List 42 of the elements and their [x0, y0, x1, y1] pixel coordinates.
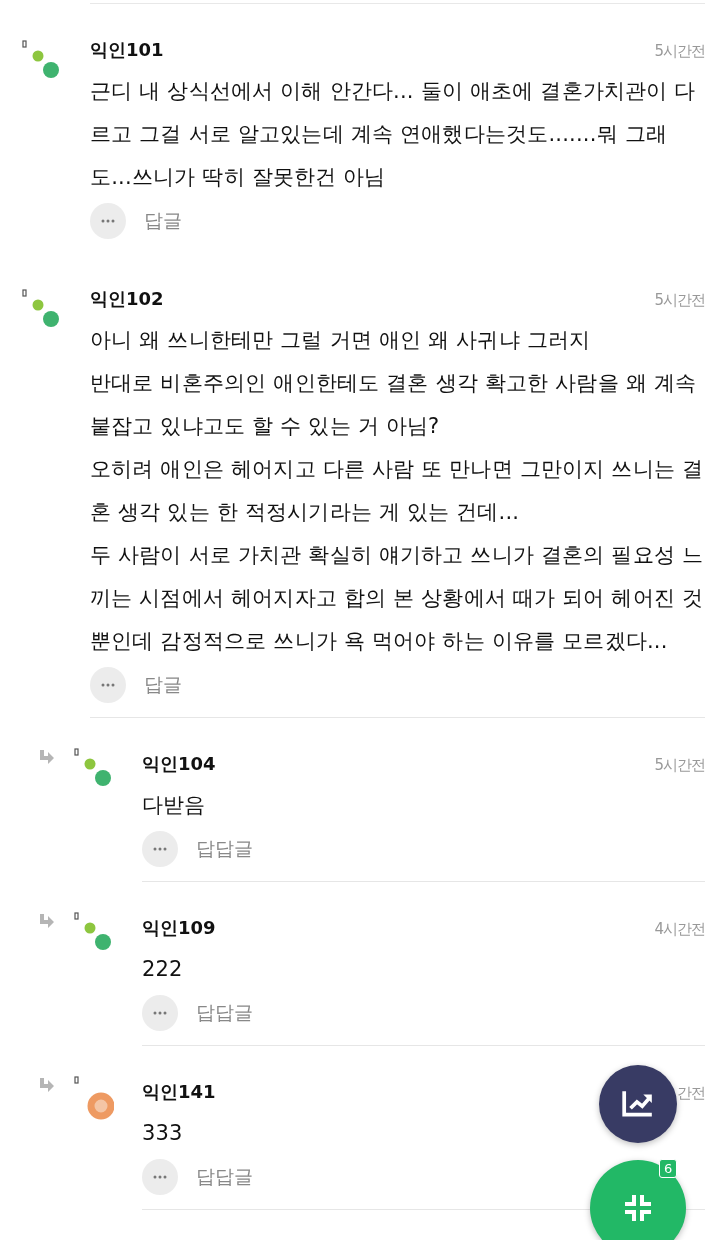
chart-icon: [621, 1089, 655, 1119]
comment-text: 아니 왜 쓰니한테만 그럴 거면 애인 왜 사귀냐 그러지: [90, 327, 592, 354]
reply-link[interactable]: 답답글: [196, 836, 253, 862]
author-name: 익인101: [90, 38, 164, 62]
collapse-icon: [623, 1193, 653, 1223]
reply-arrow-icon: [38, 914, 54, 928]
more-button[interactable]: [142, 995, 178, 1031]
reply-arrow-icon: [38, 750, 54, 764]
more-button[interactable]: [142, 1159, 178, 1195]
more-button[interactable]: [142, 831, 178, 867]
avatar-icon: [74, 1076, 114, 1120]
more-icon: [153, 1175, 167, 1179]
more-button[interactable]: [90, 667, 126, 703]
comment-text: 333: [142, 1120, 184, 1147]
comment-text: 두 사람이 서로 가치관 확실히 얘기하고 쓰니가 결혼의 필요성 느끼는 시점에서 헤어지자고 합의 본 상황에서 때가 되어 헤어진 것뿐인데 감정적으로 쓰니가 욕 먹어야 하는 이유를 모르겠다...: [90, 542, 705, 655]
comment-time: 5시간전: [654, 42, 705, 61]
reply-link[interactable]: 답답글: [196, 1164, 253, 1190]
more-button[interactable]: [90, 203, 126, 239]
comment-text: 근디 내 상식선에서 이해 안간다... 둘이 애초에 결혼가치관이 다르고 그걸 서로 알고있는데 계속 연애했다는것도.......뭐 그래도...쓰니가 딱히 잘못한건 아님: [90, 78, 697, 191]
comment-text: 반대로 비혼주의인 애인한테도 결혼 생각 확고한 사람을 왜 계속 붙잡고 있냐고도 할 수 있는 거 아님?: [90, 370, 698, 440]
comment-time: 5시간전: [654, 756, 705, 775]
reply-arrow-icon: [38, 1078, 54, 1092]
more-icon: [153, 1011, 167, 1015]
chart-button[interactable]: [599, 1065, 677, 1143]
reply-link[interactable]: 답답글: [196, 1000, 253, 1026]
comment-time: 4시간전: [654, 920, 705, 939]
comment-text: 다받음: [142, 792, 207, 819]
author-name: 익인141: [142, 1080, 216, 1104]
comment-time: 간전: [677, 1084, 705, 1103]
more-icon: [101, 683, 115, 687]
author-name: 익인104: [142, 752, 216, 776]
comment-text: 222: [142, 956, 184, 983]
author-name: 익인109: [142, 916, 216, 940]
author-name: 익인102: [90, 287, 164, 311]
reply-link[interactable]: 답글: [144, 208, 182, 234]
collapse-button[interactable]: [590, 1160, 686, 1240]
reply-link[interactable]: 답글: [144, 672, 182, 698]
count-badge: 6: [659, 1159, 678, 1178]
more-icon: [153, 847, 167, 851]
more-icon: [101, 219, 115, 223]
comment-text: 오히려 애인은 헤어지고 다른 사람 또 만나면 그만이지 쓰니는 결혼 생각 있는 한 적정시기라는 게 있는 건데...: [90, 456, 705, 526]
comment-time: 5시간전: [654, 291, 705, 310]
